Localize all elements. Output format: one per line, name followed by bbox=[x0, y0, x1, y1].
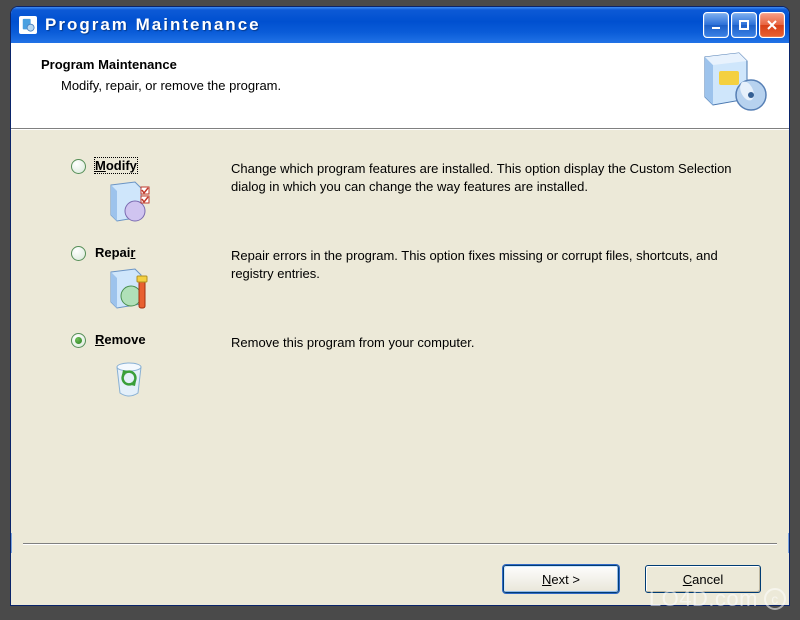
app-icon bbox=[19, 16, 37, 34]
window-title: Program Maintenance bbox=[45, 15, 703, 35]
watermark: LO4D.comc bbox=[649, 586, 786, 612]
footer-separator bbox=[23, 543, 777, 545]
minimize-button[interactable] bbox=[703, 12, 729, 38]
desc-repair: Repair errors in the program. This optio… bbox=[231, 245, 741, 282]
titlebar: Program Maintenance bbox=[11, 7, 789, 43]
header-text: Program Maintenance Modify, repair, or r… bbox=[41, 57, 769, 93]
modify-icon bbox=[105, 179, 153, 227]
option-remove[interactable]: Remove Remove this program from your com… bbox=[71, 332, 741, 401]
repair-icon bbox=[105, 266, 153, 314]
radio-modify[interactable] bbox=[71, 159, 86, 174]
option-modify[interactable]: Modify Change which program features are… bbox=[71, 158, 741, 227]
page-title: Program Maintenance bbox=[41, 57, 769, 72]
desc-remove: Remove this program from your computer. bbox=[231, 332, 741, 352]
label-repair: Repair bbox=[95, 245, 135, 260]
options-panel: Modify Change which program features are… bbox=[11, 129, 789, 533]
dialog-window: Program Maintenance Program Maintenance … bbox=[10, 6, 790, 606]
label-modify: Modify bbox=[95, 158, 137, 173]
close-button[interactable] bbox=[759, 12, 785, 38]
radio-repair[interactable] bbox=[71, 246, 86, 261]
maximize-button[interactable] bbox=[731, 12, 757, 38]
remove-icon bbox=[105, 353, 153, 401]
page-subtitle: Modify, repair, or remove the program. bbox=[61, 78, 769, 93]
window-controls bbox=[703, 12, 785, 38]
header-panel: Program Maintenance Modify, repair, or r… bbox=[11, 43, 789, 129]
installer-box-icon bbox=[697, 51, 771, 115]
radio-remove[interactable] bbox=[71, 333, 86, 348]
next-button[interactable]: Next > bbox=[503, 565, 619, 593]
desc-modify: Change which program features are instal… bbox=[231, 158, 741, 195]
label-remove: Remove bbox=[95, 332, 146, 347]
option-repair[interactable]: Repair Repair errors in the program. Thi… bbox=[71, 245, 741, 314]
